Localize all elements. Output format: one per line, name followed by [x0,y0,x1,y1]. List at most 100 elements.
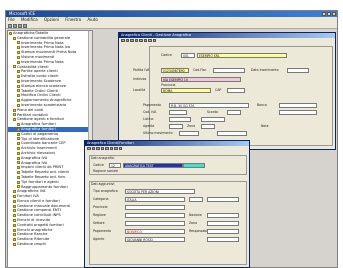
iva-field[interactable] [169,110,187,115]
sett-field[interactable] [125,221,185,226]
prev-record-icon[interactable] [125,38,129,42]
listino-field[interactable] [169,117,191,122]
folder-icon [17,175,20,179]
folder-icon [17,142,20,146]
codice-field[interactable]: 001 [181,53,195,58]
folder-icon [13,194,16,198]
close-icon[interactable] [332,12,336,16]
cod-extra-field[interactable] [183,163,205,168]
folder-icon [17,41,20,45]
prov-label: Provincia [161,83,176,87]
pag-field[interactable]: R.B. 30 GG F.M. [169,103,249,108]
reg-field[interactable] [125,213,185,218]
menu-file[interactable]: File [8,17,15,22]
folder-icon [13,214,16,218]
minimize-icon[interactable] [322,12,326,16]
tree-items: Anagrafiche/Tabelle Gestione contabilità … [8,31,92,247]
folder-icon [17,161,20,165]
piva-field[interactable]: 01234567890 [161,68,189,73]
menu-opzioni[interactable]: Opzioni [44,17,59,22]
ultimo-field[interactable] [179,131,199,136]
first-record-icon[interactable] [87,146,91,150]
open-icon[interactable] [13,24,17,28]
save-record-icon[interactable] [148,38,152,42]
folder-icon [13,204,16,208]
supplier-form-toolbar [85,146,249,151]
loc-field[interactable]: ROMA [161,88,211,93]
naz-field[interactable] [207,213,239,218]
next-record-icon[interactable] [96,146,100,150]
folder-icon [17,89,20,93]
new-record-icon[interactable] [139,38,143,42]
print-icon[interactable] [23,24,27,28]
folder-icon [13,218,16,222]
prev-record-icon[interactable] [91,146,95,150]
prov2-field[interactable] [125,205,185,210]
new-icon[interactable] [8,24,12,28]
banca-field[interactable] [279,103,317,108]
maximize-icon[interactable] [327,12,331,16]
agente2-label: Agente [93,237,105,241]
agente-field[interactable] [169,124,183,129]
extra-field[interactable] [207,237,239,242]
cat-label: Categoria [93,197,109,201]
first-record-icon[interactable] [121,38,125,42]
save-record-icon[interactable] [114,146,118,150]
folder-icon [17,79,20,83]
banca2-field[interactable] [279,110,317,115]
folder-icon [17,75,20,79]
delete-record-icon[interactable] [143,38,147,42]
nome-label: Ragione sociale [93,169,119,173]
agente2-field[interactable]: GIOVANNI ROSSI [125,237,185,242]
cf-label: Cod.Fisc. [193,68,208,72]
search-icon[interactable] [118,146,122,150]
resp-field[interactable] [207,229,239,234]
ultimo2-field[interactable] [217,131,247,136]
cod-name-field[interactable]: ANAGRAFICA TEST [123,163,183,168]
folder-icon [17,94,20,98]
new-record-icon[interactable] [105,146,109,150]
pag2-field[interactable]: BONIFICO [125,229,185,234]
cf-field[interactable] [213,68,245,73]
codice-name-field[interactable]: ESEMPIO SRL [197,53,287,58]
folder-icon [13,190,16,194]
folder-icon [13,36,16,40]
last-record-icon[interactable] [134,38,138,42]
folder-icon [17,151,20,155]
folder-icon [13,242,16,246]
tipo-field[interactable]: SOCIETA PER AZIONI [125,189,195,194]
cat-field[interactable]: ITALIA [125,197,185,202]
folder-icon [17,171,20,174]
sconto-field[interactable] [227,110,241,115]
listino2-field[interactable] [201,117,225,122]
folder-icon [13,199,16,203]
zona-field[interactable] [201,124,215,129]
folder-icon [17,185,20,189]
ind-field[interactable]: VIA ESEMPIO 10 [161,77,241,82]
folder-icon [13,233,16,237]
zona2-field[interactable] [207,221,239,226]
tipo-label: Tipo anagrafica [93,189,118,193]
tree-item[interactable]: Gestione cespiti [8,242,92,247]
delete-record-icon[interactable] [109,146,113,150]
menu-modifica[interactable]: Modifica [21,17,38,22]
cap-field[interactable] [227,88,245,93]
supplier-form-window: Anagrafica Clienti/Fornitori Dati anagra… [84,140,250,268]
next-record-icon[interactable] [130,38,134,42]
prov2-label: Provincia [93,205,108,209]
agente-label: Agente [143,124,155,128]
cat2-field[interactable] [189,197,203,202]
menu-finestra[interactable]: Finestra [65,17,81,22]
ins-field[interactable] [287,68,309,73]
last-record-icon[interactable] [100,146,104,150]
save-icon[interactable] [18,24,22,28]
navigation-tree: Anagrafiche/Tabelle Gestione contabilità … [7,30,93,268]
piva-label: Partita IVA [133,68,150,72]
menu-aiuto[interactable]: Aiuto [87,17,97,22]
cod-field[interactable]: 12 [109,163,121,168]
folder-icon [17,51,20,55]
tree-item-label: Gestione cespiti [17,242,46,247]
cat3-field[interactable] [207,197,239,202]
search-icon[interactable] [152,38,156,42]
zona2-label: Zona [189,221,198,225]
